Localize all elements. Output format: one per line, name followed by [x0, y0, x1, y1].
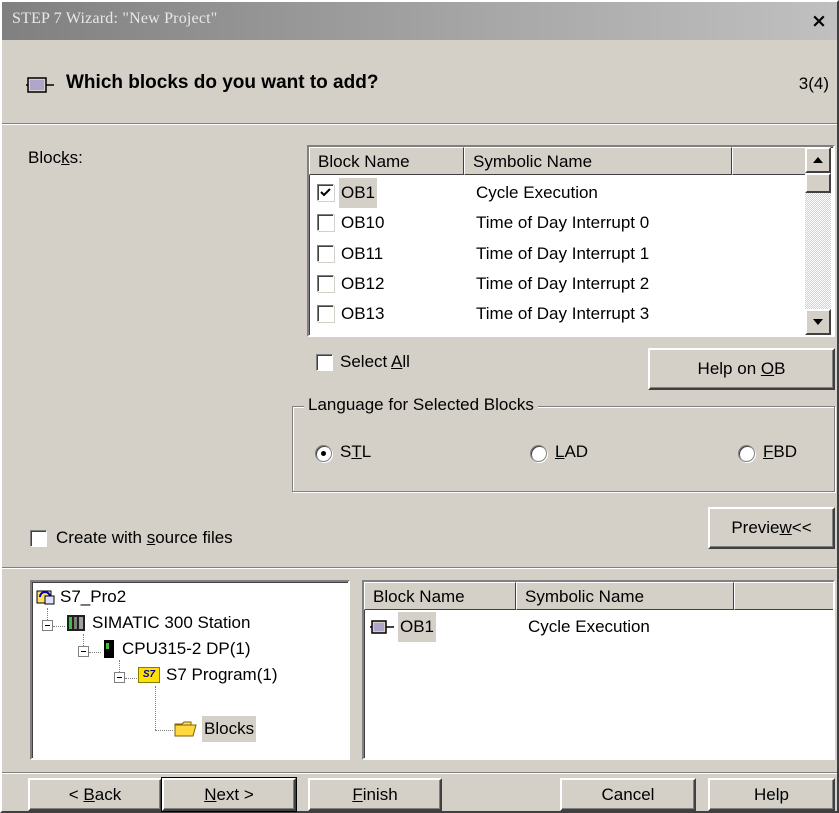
block-symbol: Time of Day Interrupt 0: [476, 213, 650, 232]
collapse-icon[interactable]: [114, 672, 125, 683]
column-symbolic-name[interactable]: Symbolic Name: [464, 147, 732, 175]
station-icon: [67, 615, 85, 631]
scroll-down-button[interactable]: [805, 309, 831, 335]
block-icon: [26, 77, 54, 93]
tree-line: [155, 686, 156, 730]
block-row-ob12[interactable]: OB12 Time of Day Interrupt 2: [309, 269, 804, 299]
block-row-ob1[interactable]: OB1 Cycle Execution: [309, 178, 804, 208]
block-name: OB13: [341, 304, 385, 323]
help-on-ob-button[interactable]: Help on OB: [648, 348, 835, 390]
block-row-ob10[interactable]: OB10 Time of Day Interrupt 0: [309, 208, 804, 238]
folder-icon: [174, 721, 197, 737]
block-icon: [370, 620, 394, 634]
column-symbolic-name[interactable]: Symbolic Name: [516, 582, 734, 610]
radio-stl-label[interactable]: STL: [340, 442, 371, 462]
arrow-up-icon: [813, 157, 823, 163]
preview-row-ob1[interactable]: OB1 Cycle Execution: [364, 612, 824, 642]
back-label: < Back: [68, 785, 122, 804]
preview-label: Preview<<: [731, 518, 812, 537]
block-row-ob13[interactable]: OB13 Time of Day Interrupt 3: [309, 299, 804, 329]
finish-label: Finish: [352, 785, 398, 804]
radio-fbd-label[interactable]: FBD: [763, 442, 797, 462]
block-checkbox-ob11[interactable]: [317, 245, 334, 262]
language-group-label: Language for Selected Blocks: [304, 395, 538, 415]
project-tree[interactable]: S7_Pro2 SIMATIC 300 Station CPU315-2 DP(…: [30, 580, 350, 760]
cpu-icon: [104, 640, 114, 658]
next-button[interactable]: Next >: [161, 777, 297, 812]
checkmark-icon: [320, 188, 331, 197]
collapse-icon[interactable]: [78, 646, 89, 657]
tree-line: [155, 730, 173, 731]
block-checkbox-ob12[interactable]: [317, 275, 334, 292]
wizard-header: Which blocks do you want to add? 3(4): [2, 40, 837, 125]
preview-button[interactable]: Preview<<: [708, 507, 835, 549]
project-icon: [36, 590, 55, 605]
radio-fbd[interactable]: [738, 445, 755, 462]
source-files-label[interactable]: Create with source files: [56, 528, 233, 548]
preview-list-header: Block Name Symbolic Name: [364, 582, 833, 610]
blocks-label: Blocks:: [28, 148, 83, 167]
block-name: OB10: [341, 213, 385, 232]
help-label: Help: [754, 785, 789, 804]
scroll-thumb[interactable]: [805, 173, 831, 193]
column-empty[interactable]: [734, 582, 833, 610]
arrow-down-icon: [813, 319, 823, 325]
scroll-up-button[interactable]: [805, 147, 831, 173]
block-symbol: Time of Day Interrupt 3: [476, 304, 650, 323]
tree-label: CPU315-2 DP(1): [122, 639, 251, 658]
separator: [2, 772, 837, 774]
blocks-list-scrollbar[interactable]: [805, 147, 831, 335]
radio-dot: [321, 451, 326, 456]
block-name: OB1: [339, 178, 378, 208]
column-block-name[interactable]: Block Name: [364, 582, 516, 610]
block-checkbox-ob10[interactable]: [317, 214, 334, 231]
block-name: OB12: [341, 274, 385, 293]
block-row-ob11[interactable]: OB11 Time of Day Interrupt 1: [309, 239, 804, 269]
tree-line: [125, 678, 137, 679]
preview-list[interactable]: Block Name Symbolic Name OB1 Cycle Execu…: [362, 580, 835, 760]
tree-line: [89, 652, 101, 653]
source-files-checkbox[interactable]: [30, 530, 47, 547]
help-button[interactable]: Help: [708, 778, 835, 811]
column-empty[interactable]: [732, 147, 808, 175]
wizard-window: STEP 7 Wizard: "New Project" × Which blo…: [0, 0, 839, 813]
radio-lad-label[interactable]: LAD: [555, 442, 588, 462]
column-block-name[interactable]: Block Name: [309, 147, 464, 175]
program-icon: S7: [138, 667, 160, 683]
radio-stl[interactable]: [315, 445, 332, 462]
next-label: Next >: [204, 785, 254, 804]
page-title: Which blocks do you want to add?: [66, 72, 379, 93]
back-button[interactable]: < Back: [28, 778, 162, 811]
tree-label: Blocks: [202, 716, 257, 742]
tree-label: SIMATIC 300 Station: [92, 613, 251, 632]
select-all-checkbox[interactable]: [316, 354, 333, 371]
radio-lad[interactable]: [530, 445, 547, 462]
block-symbol: Cycle Execution: [476, 183, 598, 202]
tree-line: [53, 626, 65, 627]
block-symbol: Time of Day Interrupt 2: [476, 274, 650, 293]
window-title: STEP 7 Wizard: "New Project": [12, 10, 218, 27]
blocks-list-header: Block Name Symbolic Name: [309, 147, 808, 175]
block-checkbox-ob13[interactable]: [317, 305, 334, 322]
step-indicator: 3(4): [798, 74, 829, 93]
finish-button[interactable]: Finish: [308, 778, 442, 811]
tree-label: S7 Program(1): [166, 665, 278, 684]
block-symbol: Cycle Execution: [528, 617, 650, 636]
collapse-icon[interactable]: [42, 620, 53, 631]
close-icon[interactable]: ×: [807, 10, 831, 32]
block-name: OB11: [341, 244, 384, 263]
help-on-ob-label: Help on OB: [697, 359, 786, 378]
block-checkbox-ob1[interactable]: [317, 184, 334, 201]
cancel-button[interactable]: Cancel: [560, 778, 696, 811]
cancel-label: Cancel: [601, 785, 655, 804]
select-all-label[interactable]: Select All: [340, 352, 410, 372]
block-symbol: Time of Day Interrupt 1: [476, 244, 650, 263]
block-name: OB1: [398, 612, 437, 642]
separator: [2, 567, 837, 569]
title-bar[interactable]: STEP 7 Wizard: "New Project" ×: [2, 2, 837, 40]
tree-label: S7_Pro2: [60, 587, 127, 606]
blocks-list[interactable]: Block Name Symbolic Name OB1 Cycle Execu…: [307, 145, 835, 337]
